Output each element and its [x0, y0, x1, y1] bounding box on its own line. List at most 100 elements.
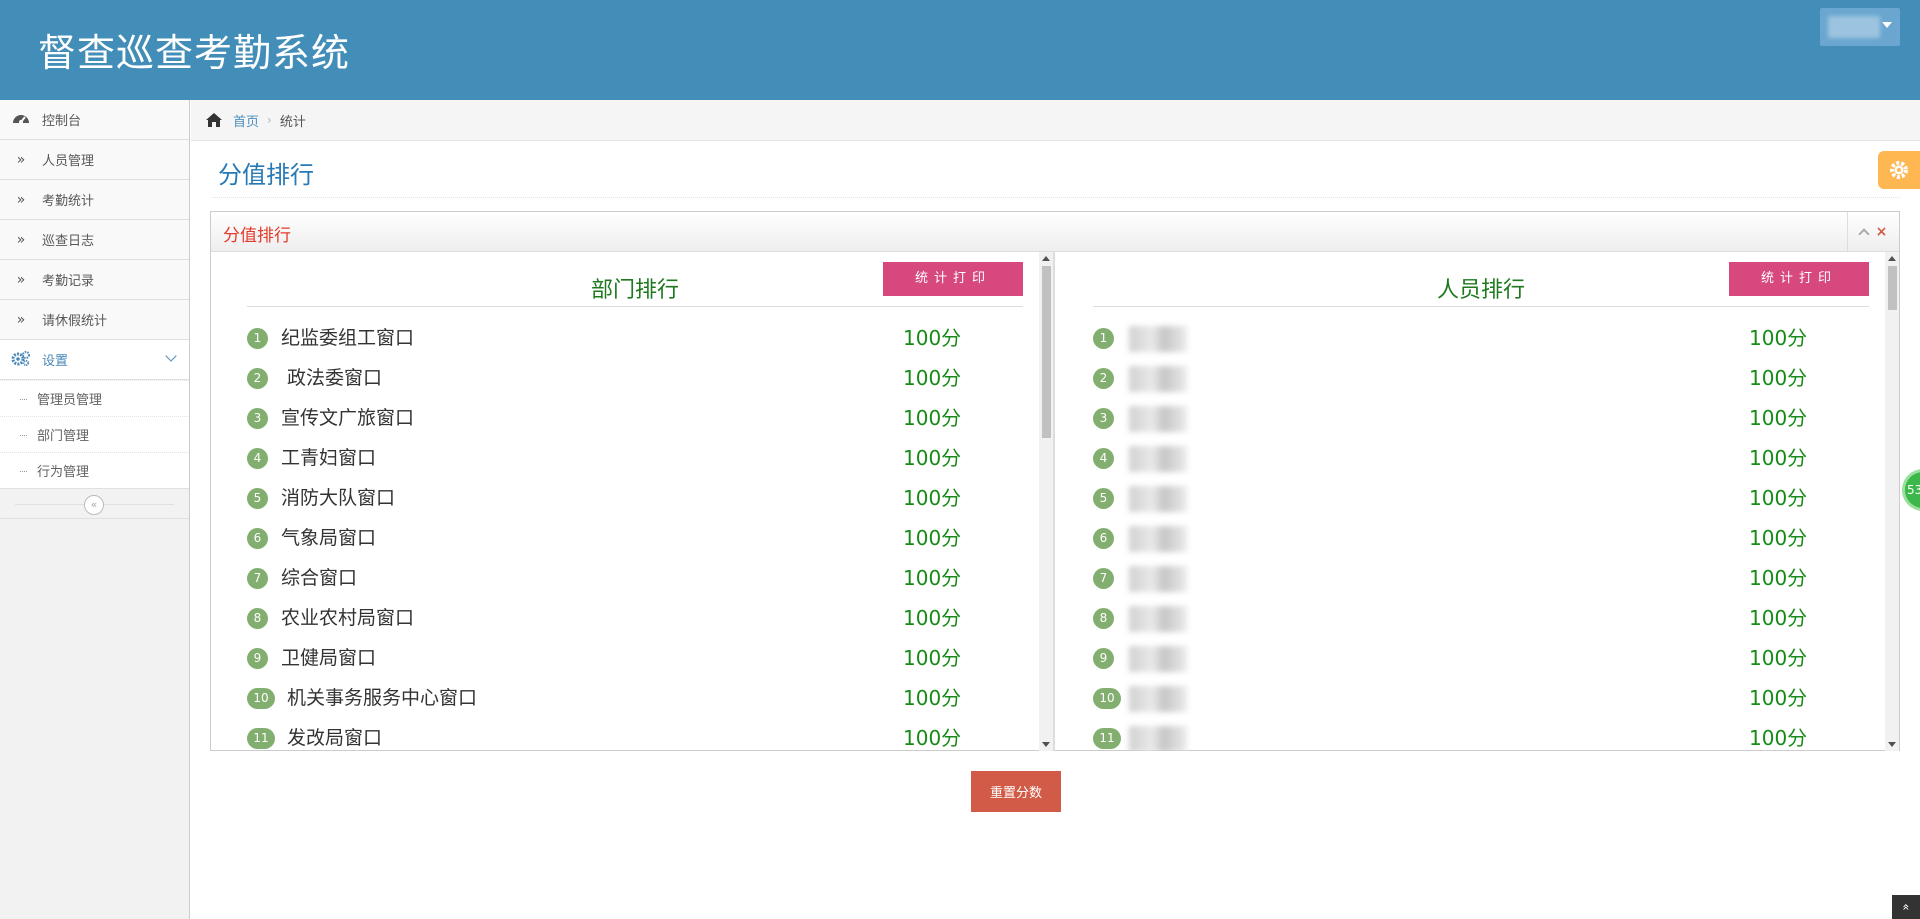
sidebar-item-patrol-log[interactable]: » 巡查日志 — [0, 220, 189, 260]
scroll-up-icon[interactable] — [1888, 256, 1896, 261]
score-value: 100分 — [903, 646, 962, 670]
score-value: 100分 — [1749, 406, 1808, 430]
ranking-row: 10 100分 — [1093, 676, 1869, 716]
rank-badge: 5 — [1093, 488, 1114, 509]
score-value: 100分 — [1749, 486, 1808, 510]
sidebar-collapse-bar: « — [0, 489, 189, 519]
redacted-person-name — [1129, 326, 1187, 352]
rank-badge: 11 — [247, 728, 275, 749]
widget-title: 分值排行 — [223, 226, 291, 246]
sidebar: 控制台 » 人员管理 » 考勤统计 » 巡查日志 » 考勤记录 » 请休假统计 … — [0, 100, 190, 919]
ranking-row: 8 农业农村局窗口 100分 — [247, 596, 1023, 636]
redacted-person-name — [1129, 566, 1187, 592]
department-scrollbar[interactable] — [1039, 252, 1053, 751]
scroll-down-icon[interactable] — [1888, 742, 1896, 747]
scroll-thumb[interactable] — [1042, 266, 1051, 438]
rank-badge: 4 — [247, 448, 268, 469]
rank-badge: 3 — [247, 408, 268, 429]
rank-badge: 2 — [247, 368, 268, 389]
redacted-person-name — [1129, 646, 1187, 672]
sidebar-item-attendance-stats[interactable]: » 考勤统计 — [0, 180, 189, 220]
personnel-ranking-header: 人员排行 统计打印 — [1093, 252, 1869, 307]
personnel-print-button[interactable]: 统计打印 — [1729, 262, 1869, 296]
reset-scores-button[interactable]: 重置分数 — [971, 771, 1061, 812]
rank-badge: 7 — [1093, 568, 1114, 589]
avatar — [1828, 16, 1880, 38]
department-name: 发改局窗口 — [287, 727, 383, 749]
breadcrumb-home-link[interactable]: 首页 — [233, 111, 259, 130]
back-to-top-button[interactable]: » — [1892, 895, 1920, 919]
rank-badge: 9 — [247, 648, 268, 669]
score-value: 100分 — [1749, 606, 1808, 630]
close-widget-icon[interactable]: × — [1876, 224, 1888, 240]
collapse-widget-icon[interactable] — [1857, 227, 1870, 240]
user-menu-button[interactable] — [1820, 8, 1900, 46]
rank-badge: 5 — [247, 488, 268, 509]
app-title: 督查巡查考勤系统 — [38, 31, 351, 75]
score-value: 100分 — [903, 326, 962, 350]
score-ranking-widget: 分值排行 × 部门排行 统计打印 1 纪监委组工窗口 100分 2 政法委窗口 100分 3… — [210, 211, 1900, 751]
score-value: 100分 — [1749, 566, 1808, 590]
score-value: 100分 — [903, 446, 962, 470]
submenu-item-label: 行为管理 — [37, 465, 90, 480]
gear-icon — [1890, 161, 1908, 179]
score-value: 100分 — [1749, 686, 1808, 710]
collapse-sidebar-button[interactable]: « — [84, 495, 104, 515]
breadcrumb-separator: › — [267, 113, 272, 127]
double-chevron-right-icon: » — [16, 311, 26, 328]
department-name: 综合窗口 — [281, 567, 358, 589]
scroll-up-icon[interactable] — [1042, 256, 1050, 261]
department-print-button[interactable]: 统计打印 — [883, 262, 1023, 296]
home-icon — [206, 113, 222, 127]
ranking-row: 6 气象局窗口 100分 — [247, 516, 1023, 556]
scroll-down-icon[interactable] — [1042, 742, 1050, 747]
score-value: 100分 — [1749, 366, 1808, 390]
redacted-person-name — [1129, 726, 1187, 751]
sidebar-item-dashboard[interactable]: 控制台 — [0, 100, 189, 140]
score-value: 100分 — [1749, 646, 1808, 670]
caret-down-icon — [1882, 22, 1892, 28]
department-ranking-list: 1 纪监委组工窗口 100分 2 政法委窗口 100分 3 宣传文广旅窗口 100分 4 工青妇窗口… — [247, 316, 1023, 751]
sidebar-item-settings[interactable]: 设置 — [0, 340, 189, 380]
submenu-item-label: 管理员管理 — [37, 393, 103, 408]
score-value: 100分 — [903, 566, 962, 590]
ranking-row: 4 工青妇窗口 100分 — [247, 436, 1023, 476]
score-value: 100分 — [903, 526, 962, 550]
page-title: 分值排行 — [218, 161, 314, 189]
sidebar-item-label: 设置 — [42, 354, 69, 369]
department-name: 机关事务服务中心窗口 — [287, 687, 478, 709]
score-value: 100分 — [903, 726, 962, 750]
floating-counter-badge[interactable]: 53 — [1902, 469, 1920, 511]
ranking-row: 7 100分 — [1093, 556, 1869, 596]
ace-settings-button[interactable] — [1878, 151, 1920, 189]
submenu-item-label: 部门管理 — [37, 429, 90, 444]
submenu-item-department[interactable]: 部门管理 — [0, 416, 189, 452]
department-ranking-panel: 部门排行 统计打印 1 纪监委组工窗口 100分 2 政法委窗口 100分 3 宣传文广旅窗口… — [211, 252, 1055, 751]
department-name: 工青妇窗口 — [281, 447, 377, 469]
sidebar-item-leave-stats[interactable]: » 请休假统计 — [0, 300, 189, 340]
score-value: 100分 — [1749, 326, 1808, 350]
rank-badge: 10 — [247, 688, 275, 709]
sidebar-item-label: 巡查日志 — [42, 234, 95, 249]
sidebar-item-attendance-records[interactable]: » 考勤记录 — [0, 260, 189, 300]
scroll-thumb[interactable] — [1888, 266, 1897, 310]
ranking-row: 1 纪监委组工窗口 100分 — [247, 316, 1023, 356]
ranking-row: 2 政法委窗口 100分 — [247, 356, 1023, 396]
rank-badge: 11 — [1093, 728, 1121, 749]
submenu-item-behavior[interactable]: 行为管理 — [0, 452, 189, 488]
score-value: 100分 — [903, 686, 962, 710]
rank-badge: 10 — [1093, 688, 1121, 709]
personnel-ranking-list: 1 100分 2 100分 3 100分 4 100分 5 100分 6 100分 7 100分 8 100分… — [1093, 316, 1869, 751]
rank-badge: 8 — [1093, 608, 1114, 629]
submenu-item-admin[interactable]: 管理员管理 — [0, 380, 189, 416]
personnel-scrollbar[interactable] — [1885, 252, 1899, 751]
double-chevron-right-icon: » — [16, 231, 26, 248]
department-name: 纪监委组工窗口 — [281, 327, 415, 349]
sidebar-item-label: 考勤记录 — [42, 274, 95, 289]
ranking-row: 2 100分 — [1093, 356, 1869, 396]
sidebar-item-label: 控制台 — [42, 114, 82, 129]
sidebar-item-personnel[interactable]: » 人员管理 — [0, 140, 189, 180]
rank-badge: 2 — [1093, 368, 1114, 389]
widget-header: 分值排行 × — [211, 212, 1899, 252]
ranking-row: 9 100分 — [1093, 636, 1869, 676]
